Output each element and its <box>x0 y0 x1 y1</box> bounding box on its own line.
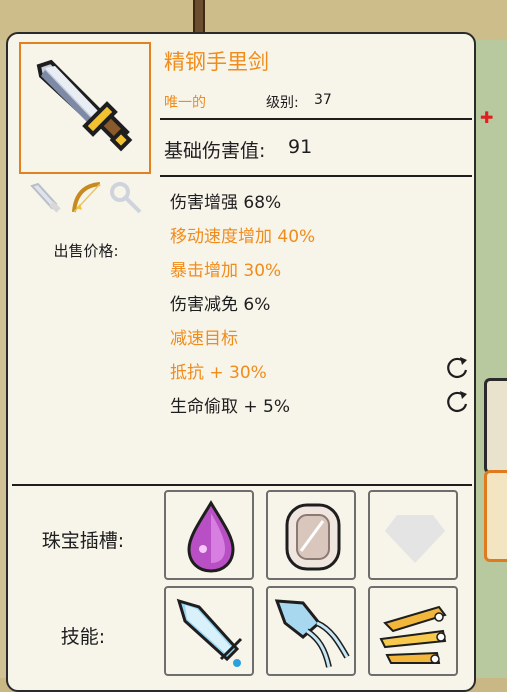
gem-slot-2[interactable] <box>266 490 356 580</box>
gem-slot-3[interactable] <box>368 490 458 580</box>
item-stats-list: 伤害增强 68% 移动速度增加 40% 暴击增加 30% 伤害减免 6% 减速目… <box>170 186 450 424</box>
divider <box>160 118 472 120</box>
health-plus-icon: ✚ <box>480 108 494 127</box>
gem-slot-1[interactable] <box>164 490 254 580</box>
sword-type-icon <box>28 180 64 216</box>
stat-line: 减速目标 <box>170 329 238 349</box>
gem-slots-label: 珠宝插槽: <box>41 530 125 552</box>
skill-slot-1[interactable] <box>164 586 254 676</box>
frost-squid-skill-icon <box>274 599 350 668</box>
reroll-stat-icon[interactable] <box>444 354 470 380</box>
staff-type-icon <box>108 180 144 216</box>
item-rarity: 唯一的 <box>164 95 206 111</box>
skills-label: 技能: <box>60 626 106 648</box>
item-level-label: 级别: <box>266 95 299 111</box>
stat-line: 暴击增加 30% <box>170 261 282 281</box>
background-pole <box>193 0 205 34</box>
pink-teardrop-gem-icon <box>187 500 235 573</box>
empty-gem-slot-icon <box>385 515 445 563</box>
base-damage-value: 91 <box>288 136 313 158</box>
background-inventory-slot-selected[interactable] <box>484 470 507 562</box>
weapon-type-icons <box>28 180 144 218</box>
golden-blades-skill-icon <box>379 605 447 664</box>
stat-line: 抵抗 + 30% <box>170 363 267 383</box>
white-cut-gem-icon <box>285 503 341 571</box>
stat-line: 移动速度增加 40% <box>170 227 316 247</box>
shuriken-dagger-icon <box>36 59 133 152</box>
divider <box>160 175 472 177</box>
base-damage-label: 基础伤害值: <box>164 140 266 162</box>
stat-line: 生命偷取 + 5% <box>170 397 291 417</box>
item-tooltip-panel: 出售价格: 精钢手里剑 唯一的 级别: 37 基础伤害值: 91 伤害增强 68… <box>6 32 476 692</box>
item-level-value: 37 <box>314 92 332 108</box>
reroll-stat-icon[interactable] <box>444 388 470 414</box>
background-scene-right <box>476 40 507 678</box>
item-portrait <box>19 42 151 174</box>
ice-arrow-skill-icon <box>176 598 243 667</box>
bow-type-icon <box>68 180 104 216</box>
stat-line: 伤害减免 6% <box>170 295 271 315</box>
stat-line: 伤害增强 68% <box>170 193 282 213</box>
divider <box>12 484 472 486</box>
item-name: 精钢手里剑 <box>164 50 269 74</box>
skill-slot-2[interactable] <box>266 586 356 676</box>
skill-slot-3[interactable] <box>368 586 458 676</box>
sell-price-label: 出售价格: <box>53 242 119 260</box>
background-inventory-slot[interactable] <box>484 378 507 474</box>
